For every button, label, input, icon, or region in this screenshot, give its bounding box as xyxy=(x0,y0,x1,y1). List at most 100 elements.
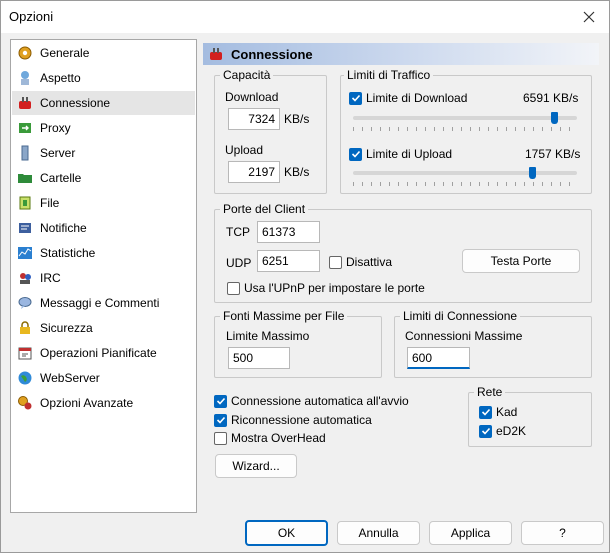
close-icon xyxy=(583,11,595,23)
sidebar-item-label: Opzioni Avanzate xyxy=(40,396,134,410)
checkbox-checked-icon xyxy=(349,91,362,105)
upload-slider-ticks xyxy=(353,182,577,186)
irc-icon xyxy=(16,269,34,287)
sidebar-item-messaggi[interactable]: Messaggi e Commenti xyxy=(12,291,195,315)
sidebar: Generale Aspetto Connessione Proxy Serve… xyxy=(10,39,197,513)
disable-udp-checkbox[interactable]: Disattiva xyxy=(329,255,392,269)
schedule-icon xyxy=(16,344,34,362)
udp-port-input[interactable]: 6251 xyxy=(257,250,320,272)
sidebar-item-operazioni[interactable]: Operazioni Pianificate xyxy=(12,341,195,365)
sidebar-item-notifiche[interactable]: Notifiche xyxy=(12,216,195,240)
show-overhead-checkbox[interactable]: Mostra OverHead xyxy=(214,431,326,445)
wizard-button[interactable]: Wizard... xyxy=(215,454,297,478)
panel-header: Connessione xyxy=(203,43,599,65)
sidebar-item-label: Operazioni Pianificate xyxy=(40,346,157,360)
upload-limit-checkbox[interactable]: Limite di Upload xyxy=(349,147,452,161)
udp-label: UDP xyxy=(226,256,252,270)
download-limit-checkbox[interactable]: Limite di Download xyxy=(349,91,467,105)
auto-connect-checkbox[interactable]: Connessione automatica all'avvio xyxy=(214,394,409,408)
kad-label: Kad xyxy=(496,405,518,419)
max-connections-label: Connessioni Massime xyxy=(405,329,523,343)
sidebar-item-label: IRC xyxy=(40,271,61,285)
sidebar-item-file[interactable]: File xyxy=(12,191,195,215)
ports-legend: Porte del Client xyxy=(220,202,309,216)
proxy-icon xyxy=(16,119,34,137)
sidebar-item-statistiche[interactable]: Statistiche xyxy=(12,241,195,265)
download-limit-slider-thumb[interactable] xyxy=(551,112,559,124)
upnp-checkbox[interactable]: Usa l'UPnP per impostare le porte xyxy=(227,281,425,295)
apply-button[interactable]: Applica xyxy=(429,521,512,545)
capacity-legend: Capacità xyxy=(220,68,274,82)
network-legend: Rete xyxy=(474,385,506,399)
sidebar-item-aspetto[interactable]: Aspetto xyxy=(12,66,195,90)
checkbox-unchecked-icon xyxy=(329,255,342,269)
download-limit-label: Limite di Download xyxy=(366,91,468,105)
ok-button[interactable]: OK xyxy=(245,520,328,546)
download-unit: KB/s xyxy=(284,112,310,126)
appearance-icon xyxy=(16,69,34,87)
window-title: Opzioni xyxy=(9,9,54,24)
server-icon xyxy=(16,144,34,162)
sidebar-item-label: Statistiche xyxy=(40,246,96,260)
kad-checkbox[interactable]: Kad xyxy=(479,405,517,419)
sidebar-item-label: Proxy xyxy=(40,121,71,135)
title-bar: Opzioni xyxy=(1,1,609,33)
sidebar-item-webserver[interactable]: WebServer xyxy=(12,366,195,390)
sidebar-item-proxy[interactable]: Proxy xyxy=(12,116,195,140)
cancel-button[interactable]: Annulla xyxy=(337,521,420,545)
upload-label: Upload xyxy=(225,143,264,157)
folder-icon xyxy=(16,169,34,187)
sidebar-item-server[interactable]: Server xyxy=(12,141,195,165)
ed2k-label: eD2K xyxy=(496,424,527,438)
test-ports-button[interactable]: Testa Porte xyxy=(462,249,580,273)
network-group xyxy=(468,392,592,447)
max-sources-legend: Fonti Massime per File xyxy=(220,309,348,323)
sidebar-item-label: Connessione xyxy=(40,96,111,110)
connection-icon xyxy=(207,45,225,63)
disable-udp-label: Disattiva xyxy=(346,255,393,269)
download-label: Download xyxy=(225,90,279,104)
sidebar-item-label: WebServer xyxy=(40,371,100,385)
sidebar-item-connessione[interactable]: Connessione xyxy=(12,91,195,115)
sidebar-item-generale[interactable]: Generale xyxy=(12,41,195,65)
sidebar-item-sicurezza[interactable]: Sicurezza xyxy=(12,316,195,340)
sidebar-item-label: Aspetto xyxy=(40,71,81,85)
checkbox-unchecked-icon xyxy=(227,281,240,295)
tcp-port-input[interactable]: 61373 xyxy=(257,221,320,243)
advanced-icon xyxy=(16,394,34,412)
ed2k-checkbox[interactable]: eD2K xyxy=(479,424,526,438)
max-connections-input[interactable]: 600 xyxy=(407,347,470,369)
upload-limit-slider-thumb[interactable] xyxy=(528,167,536,179)
messages-icon xyxy=(16,294,34,312)
sidebar-item-cartelle[interactable]: Cartelle xyxy=(12,166,195,190)
checkbox-unchecked-icon xyxy=(214,431,227,445)
upload-limit-label: Limite di Upload xyxy=(366,147,453,161)
sidebar-item-label: Server xyxy=(40,146,76,160)
gear-icon xyxy=(16,44,34,62)
sidebar-item-avanzate[interactable]: Opzioni Avanzate xyxy=(12,391,195,415)
help-button[interactable]: ? xyxy=(521,521,604,545)
close-button[interactable] xyxy=(569,1,609,33)
auto-connect-label: Connessione automatica all'avvio xyxy=(231,394,409,408)
options-window: Opzioni Generale Aspetto Connessione Pro… xyxy=(0,0,610,553)
upnp-label: Usa l'UPnP per impostare le porte xyxy=(244,281,425,295)
sidebar-item-label: Messaggi e Commenti xyxy=(40,296,160,310)
upload-capacity-input[interactable]: 2197 xyxy=(228,161,280,183)
upload-unit: KB/s xyxy=(284,165,310,179)
download-limit-value: 6591 KB/s xyxy=(523,91,579,105)
download-slider-ticks xyxy=(353,127,577,131)
sidebar-item-label: Cartelle xyxy=(40,171,82,185)
download-limit-slider[interactable] xyxy=(353,116,577,120)
upload-limit-value: 1757 KB/s xyxy=(525,147,581,161)
download-capacity-input[interactable]: 7324 xyxy=(228,108,280,130)
panel-title: Connessione xyxy=(231,46,313,62)
lock-icon xyxy=(16,319,34,337)
traffic-legend: Limiti di Traffico xyxy=(344,68,434,82)
notification-icon xyxy=(16,219,34,237)
max-sources-input[interactable]: 500 xyxy=(228,347,290,369)
sidebar-item-irc[interactable]: IRC xyxy=(12,266,195,290)
upload-limit-slider[interactable] xyxy=(353,171,577,175)
tcp-label: TCP xyxy=(226,225,250,239)
statistics-icon xyxy=(16,244,34,262)
auto-reconnect-checkbox[interactable]: Riconnessione automatica xyxy=(214,413,372,427)
